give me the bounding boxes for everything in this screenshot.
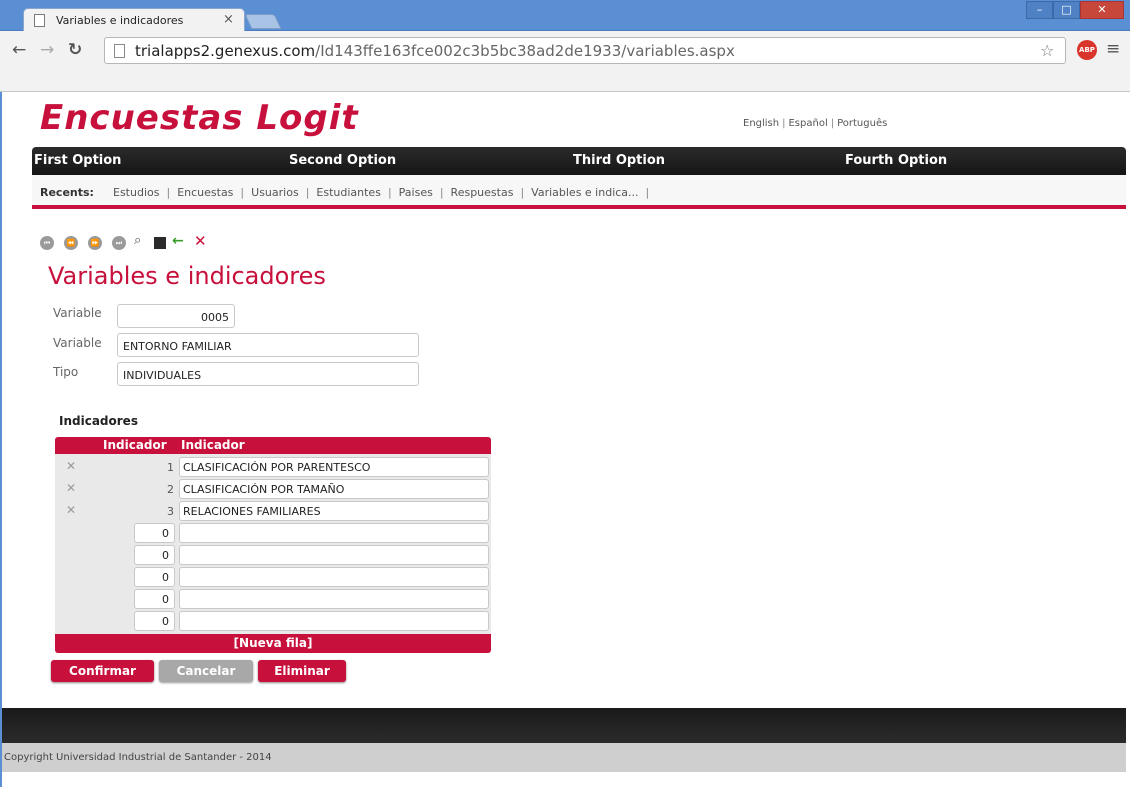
indicador-name-field[interactable]: RELACIONES FAMILIARES — [179, 501, 489, 521]
maximize-icon[interactable]: □ — [1053, 1, 1080, 19]
delete-button[interactable]: Eliminar — [258, 660, 346, 682]
first-record-icon[interactable]: ⏮ — [40, 236, 54, 250]
indicador-id-field[interactable]: 0 — [134, 523, 175, 543]
indicador-id: 1 — [167, 461, 174, 474]
recents-list: Estudios | Encuestas | Usuarios | Estudiantes |… — [113, 186, 650, 199]
minimize-icon[interactable]: – — [1026, 1, 1053, 19]
variable-id-label: Variable — [53, 306, 102, 320]
save-icon[interactable] — [154, 237, 166, 249]
variable-name-field[interactable]: ENTORNO FAMILIAR — [117, 333, 419, 357]
page-icon — [34, 14, 45, 27]
last-record-icon[interactable]: ⏭ — [112, 236, 126, 250]
variable-name-label: Variable — [53, 336, 102, 350]
recent-paises[interactable]: Paises — [399, 186, 433, 199]
indicador-name-field[interactable] — [179, 545, 489, 565]
indicadores-section-title: Indicadores — [59, 414, 138, 428]
next-record-icon[interactable]: ⏩ — [88, 236, 102, 250]
page-title: Variables e indicadores — [48, 262, 326, 290]
tipo-label: Tipo — [53, 365, 79, 379]
table-row-empty: 0 — [55, 566, 491, 588]
indicador-name-field[interactable] — [179, 567, 489, 587]
main-nav: First Option Second Option Third Option … — [32, 147, 1126, 175]
adblock-plus-icon[interactable]: ABP — [1077, 40, 1097, 60]
footer-bar — [2, 708, 1126, 743]
confirm-button[interactable]: Confirmar — [51, 660, 154, 682]
indicador-name-field[interactable]: CLASIFICACIÓN POR TAMAÑO — [179, 479, 489, 499]
cancel-button[interactable]: Cancelar — [159, 660, 253, 682]
recent-estudios[interactable]: Estudios — [113, 186, 159, 199]
menu-icon[interactable]: ≡ — [1106, 39, 1120, 59]
variable-id-field[interactable]: 0005 — [117, 304, 235, 328]
nav-fourth-option[interactable]: Fourth Option — [845, 153, 947, 168]
new-tab-button[interactable] — [244, 14, 282, 29]
indicador-name-field[interactable] — [179, 523, 489, 543]
close-icon[interactable]: × — [223, 12, 234, 27]
grid-header: Indicador Indicador — [55, 437, 491, 454]
header-indicador-id[interactable]: Indicador — [103, 438, 167, 452]
indicador-name-field[interactable] — [179, 589, 489, 609]
nav-first-option[interactable]: First Option — [34, 153, 121, 168]
copyright: Copyright Universidad Industrial de Sant… — [2, 743, 1126, 772]
browser-titlebar: Variables e indicadores × – □ ✕ — [0, 0, 1130, 32]
reload-icon[interactable]: ↻ — [68, 40, 82, 60]
browser-tab[interactable]: Variables e indicadores × — [23, 8, 245, 32]
table-row-empty: 0 — [55, 610, 491, 632]
recent-encuestas[interactable]: Encuestas — [177, 186, 233, 199]
table-row: ✕ 1 CLASIFICACIÓN POR PARENTESCO — [55, 456, 491, 478]
page-icon — [114, 44, 125, 58]
recent-estudiantes[interactable]: Estudiantes — [316, 186, 381, 199]
lang-espanol[interactable]: Español — [788, 118, 827, 129]
indicador-id-field[interactable]: 0 — [134, 611, 175, 631]
indicador-name-field[interactable]: CLASIFICACIÓN POR PARENTESCO — [179, 457, 489, 477]
brand-logo: Encuestas Logit — [40, 98, 359, 138]
recents-label: Recents: — [40, 186, 94, 199]
delete-icon[interactable]: ✕ — [194, 232, 208, 250]
window-close-icon[interactable]: ✕ — [1080, 1, 1124, 19]
browser-toolbar: ← → ↻ trialapps2.genexus.com/Id143ffe163… — [0, 31, 1130, 92]
table-row-empty: 0 — [55, 522, 491, 544]
indicador-id-field[interactable]: 0 — [134, 589, 175, 609]
nav-second-option[interactable]: Second Option — [289, 153, 396, 168]
nav-third-option[interactable]: Third Option — [573, 153, 665, 168]
tipo-field[interactable]: INDIVIDUALES — [117, 362, 419, 386]
back-arrow-icon[interactable]: ← — [12, 40, 26, 60]
url-text: trialapps2.genexus.com/Id143ffe163fce002… — [135, 42, 735, 60]
recents-bar: Recents: Estudios | Encuestas | Usuarios | Est… — [32, 175, 1126, 209]
indicador-id-field[interactable]: 0 — [134, 567, 175, 587]
lang-portugues[interactable]: Português — [837, 118, 887, 129]
lang-english[interactable]: English — [743, 118, 779, 129]
back-icon[interactable]: ← — [172, 233, 186, 249]
forward-arrow-icon[interactable]: → — [40, 40, 54, 60]
indicador-id-field[interactable]: 0 — [134, 545, 175, 565]
web-page: Encuestas Logit English | Español | Portuguê… — [0, 92, 1130, 787]
indicador-id: 3 — [167, 505, 174, 518]
tab-title: Variables e indicadores — [56, 14, 184, 27]
previous-record-icon[interactable]: ⏪ — [64, 236, 78, 250]
header-indicador-name[interactable]: Indicador — [181, 438, 245, 452]
window-controls: – □ ✕ — [1026, 1, 1124, 19]
table-row: ✕ 3 RELACIONES FAMILIARES — [55, 500, 491, 522]
address-bar[interactable]: trialapps2.genexus.com/Id143ffe163fce002… — [104, 37, 1066, 64]
recent-usuarios[interactable]: Usuarios — [251, 186, 299, 199]
language-switcher: English | Español | Português — [743, 118, 888, 129]
delete-row-icon[interactable]: ✕ — [66, 459, 76, 473]
delete-row-icon[interactable]: ✕ — [66, 503, 76, 517]
table-row-empty: 0 — [55, 544, 491, 566]
search-icon[interactable]: ⌕ — [134, 233, 148, 248]
recent-respuestas[interactable]: Respuestas — [451, 186, 514, 199]
table-row: ✕ 2 CLASIFICACIÓN POR TAMAÑO — [55, 478, 491, 500]
star-icon[interactable]: ☆ — [1040, 41, 1054, 60]
indicador-id: 2 — [167, 483, 174, 496]
recent-variables[interactable]: Variables e indica... — [531, 186, 638, 199]
indicadores-grid: Indicador Indicador ✕ 1 CLASIFICACIÓN PO… — [55, 437, 491, 653]
new-row-button[interactable]: [Nueva fila] — [55, 634, 491, 653]
delete-row-icon[interactable]: ✕ — [66, 481, 76, 495]
table-row-empty: 0 — [55, 588, 491, 610]
indicador-name-field[interactable] — [179, 611, 489, 631]
